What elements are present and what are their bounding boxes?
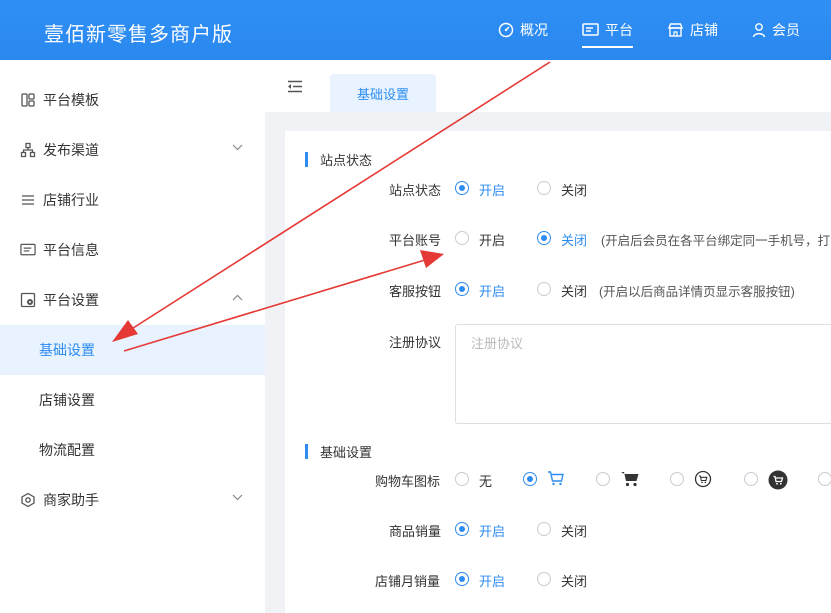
form-row-product-sales: 商品销量 开启 关闭 (285, 519, 831, 539)
radio-label-none: 无 (479, 474, 493, 489)
field-label: 客服按钮 (389, 284, 442, 299)
sidebar-item-merchant-assistant[interactable]: 商家助手 (0, 475, 265, 525)
dashboard-icon (498, 22, 514, 38)
radio-cart-none[interactable] (455, 472, 469, 486)
field-label: 平台账号 (389, 233, 442, 248)
radio-cart-circle-solid[interactable] (744, 472, 758, 486)
tab-bar: 基础设置 (265, 60, 831, 112)
topnav-member[interactable]: 会员 (752, 0, 800, 60)
app-title: 壹佰新零售多商户版 (44, 24, 233, 46)
sidebar-subitem-label: 基础设置 (39, 342, 95, 358)
field-label: 商品销量 (389, 524, 442, 539)
sidebar-item-platform-info[interactable]: 平台信息 (0, 225, 265, 275)
channel-icon (20, 142, 36, 158)
sidebar-subitem-label: 物流配置 (39, 442, 95, 458)
radio-platform-account-on[interactable] (455, 231, 469, 245)
tab-basic-settings[interactable]: 基础设置 (330, 74, 436, 112)
radio-cart-circle-outline[interactable] (670, 472, 684, 486)
monitor-icon (582, 23, 599, 36)
sidebar-subitem-basic-settings[interactable]: 基础设置 (0, 325, 265, 375)
form-row-shop-monthly-sales: 店铺月销量 开启 关闭 (285, 569, 831, 589)
radio-cart-more[interactable] (818, 472, 831, 486)
sidebar-item-platform-settings[interactable]: 平台设置 (0, 275, 265, 325)
radio-label-off: 关闭 (561, 574, 588, 589)
service-button-note: (开启以后商品详情页显示客服按钮) (599, 285, 795, 299)
radio-service-button-on[interactable] (455, 282, 469, 296)
chevron-down-icon (232, 494, 243, 501)
sidebar-subitem-label: 店铺设置 (39, 392, 95, 408)
radio-cart-solid[interactable] (596, 472, 610, 486)
sidebar-item-label: 平台信息 (43, 242, 99, 258)
topnav-overview[interactable]: 概况 (498, 0, 548, 60)
radio-label-on: 开启 (479, 183, 506, 198)
radio-label-off: 关闭 (561, 284, 588, 299)
radio-label-off: 关闭 (561, 524, 588, 539)
sidebar-item-label: 店铺行业 (43, 192, 99, 208)
cart-circle-outline-icon (694, 470, 712, 488)
settings-card: 站点状态 站点状态 开启 关闭 平台账号 开启 关闭 (开启后会员在各平台绑定同… (285, 131, 831, 613)
radio-platform-account-off[interactable] (537, 231, 551, 245)
field-label: 站点状态 (389, 183, 442, 198)
cart-circle-solid-icon (768, 470, 788, 490)
sidebar-subitem-logistics[interactable]: 物流配置 (0, 425, 265, 475)
section-title-site-status: 站点状态 (305, 150, 372, 169)
radio-label-on: 开启 (479, 233, 506, 248)
radio-product-sales-off[interactable] (537, 522, 551, 536)
main-content: 基础设置 站点状态 站点状态 开启 关闭 平台账号 开启 关闭 (开启后会员在各… (265, 60, 831, 613)
topnav-store[interactable]: 店铺 (667, 0, 718, 60)
radio-label-on: 开启 (479, 524, 506, 539)
topnav-label: 店铺 (690, 22, 718, 38)
template-icon (20, 92, 36, 108)
agreement-placeholder: 注册协议 (471, 336, 524, 351)
radio-product-sales-on[interactable] (455, 522, 469, 536)
form-row-service-button: 客服按钮 开启 关闭 (开启以后商品详情页显示客服按钮) (285, 279, 831, 299)
user-icon (752, 23, 766, 38)
sidebar-subitem-store-settings[interactable]: 店铺设置 (0, 375, 265, 425)
topnav-platform[interactable]: 平台 (582, 0, 633, 60)
form-row-site-status: 站点状态 开启 关闭 (285, 178, 831, 198)
radio-site-status-off[interactable] (537, 181, 551, 195)
section-title-basic: 基础设置 (305, 442, 372, 461)
sidebar-item-store-industry[interactable]: 店铺行业 (0, 175, 265, 225)
sidebar-item-label: 平台设置 (43, 292, 99, 308)
sidebar-item-label: 发布渠道 (43, 142, 99, 158)
field-label: 店铺月销量 (375, 574, 441, 589)
radio-label-on: 开启 (479, 574, 506, 589)
chevron-up-icon (232, 294, 243, 301)
menu-fold-icon[interactable] (287, 80, 303, 93)
radio-shop-monthly-sales-off[interactable] (537, 572, 551, 586)
cart-outline-icon (548, 471, 564, 486)
form-row-platform-account: 平台账号 开启 关闭 (开启后会员在各平台绑定同一手机号，打 (285, 228, 831, 248)
radio-site-status-on[interactable] (455, 181, 469, 195)
topnav-label: 平台 (605, 22, 633, 38)
sidebar: 平台模板 发布渠道 店铺行业 平台信息 平台设置 基础设置 店铺设置 物流配置 … (0, 60, 265, 613)
list-icon (20, 192, 36, 208)
store-icon (667, 23, 684, 37)
radio-label-off: 关闭 (561, 183, 588, 198)
form-row-cart-icon: 购物车图标 无 (285, 469, 831, 490)
sidebar-item-label: 平台模板 (43, 92, 99, 108)
chevron-down-icon (232, 144, 243, 151)
radio-label-off: 关闭 (561, 233, 588, 248)
settings-icon (20, 292, 36, 308)
topnav-label: 概况 (520, 22, 548, 38)
assistant-icon (20, 492, 36, 508)
field-label: 购物车图标 (375, 474, 441, 489)
cart-solid-icon (621, 472, 639, 487)
agreement-textarea[interactable]: 注册协议 (455, 324, 831, 424)
sidebar-item-channels[interactable]: 发布渠道 (0, 125, 265, 175)
radio-shop-monthly-sales-on[interactable] (455, 572, 469, 586)
platform-account-note: (开启后会员在各平台绑定同一手机号，打 (601, 234, 831, 248)
radio-service-button-off[interactable] (537, 282, 551, 296)
sidebar-item-platform-template[interactable]: 平台模板 (0, 75, 265, 125)
sidebar-item-label: 商家助手 (43, 492, 99, 508)
top-header: 壹佰新零售多商户版 概况 平台 店铺 会员 (0, 0, 831, 60)
info-panel-icon (20, 242, 36, 258)
radio-label-on: 开启 (479, 284, 506, 299)
radio-cart-outline[interactable] (523, 472, 537, 486)
top-nav: 概况 平台 店铺 会员 (498, 0, 831, 60)
topnav-label: 会员 (772, 22, 800, 38)
field-label: 注册协议 (389, 335, 442, 350)
